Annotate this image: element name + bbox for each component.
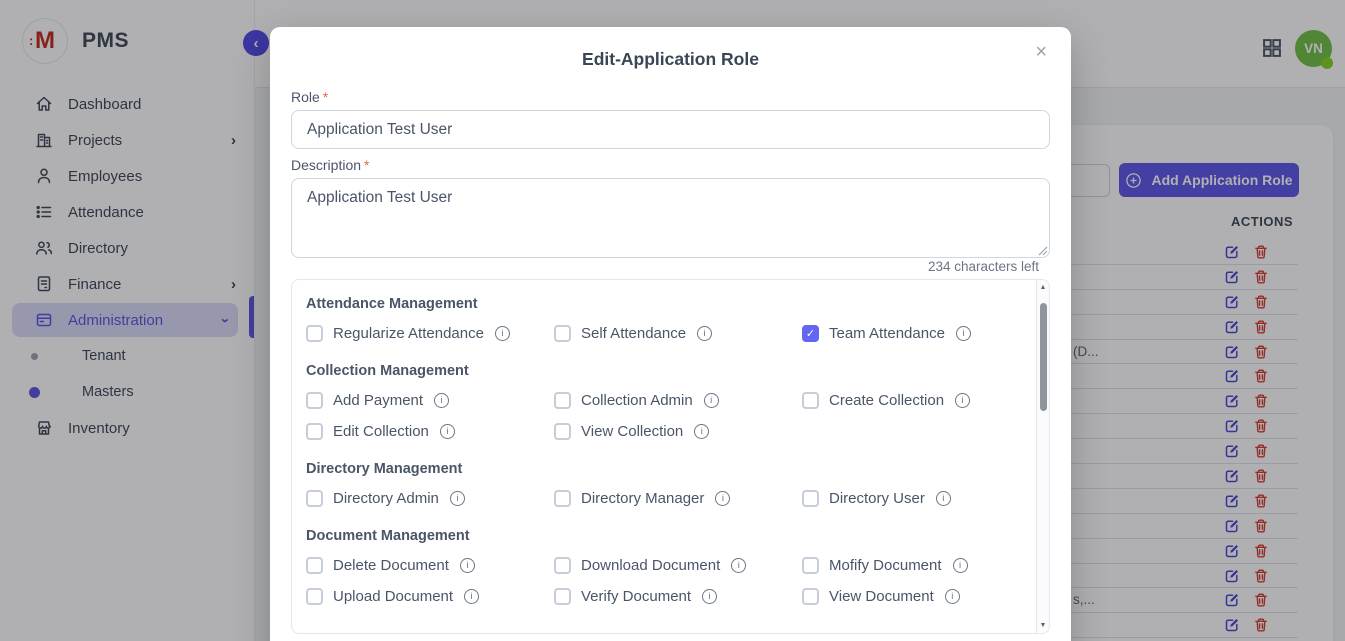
info-icon[interactable]: i <box>440 424 455 439</box>
edit-application-role-modal: Edit-Application Role × Role* Descriptio… <box>270 27 1071 641</box>
permission-section: Document ManagementDelete DocumentiDownl… <box>306 528 1018 605</box>
permission-label: Directory Admin <box>333 490 439 507</box>
permission-checkbox-item[interactable]: Directory Admin i <box>306 490 554 507</box>
info-icon[interactable]: i <box>694 424 709 439</box>
info-icon[interactable]: i <box>434 393 449 408</box>
required-asterisk: * <box>323 89 328 105</box>
permission-checkbox-item[interactable]: View Collection i <box>554 423 802 440</box>
permission-section-title: Directory Management <box>306 461 1018 477</box>
info-icon[interactable]: i <box>955 393 970 408</box>
permission-label: Download Document <box>581 557 720 574</box>
checkbox-unchecked[interactable] <box>306 392 323 409</box>
role-input[interactable] <box>291 110 1050 149</box>
checkbox-unchecked[interactable] <box>802 588 819 605</box>
permissions-scrollbar[interactable]: ▲ ▼ <box>1036 280 1049 633</box>
permission-checkbox-item[interactable]: Download Document i <box>554 557 802 574</box>
permission-checkbox-item[interactable]: Delete Document i <box>306 557 554 574</box>
checkbox-unchecked[interactable] <box>306 588 323 605</box>
permission-section-title: Attendance Management <box>306 296 1018 312</box>
permission-label: Regularize Attendance <box>333 325 484 342</box>
info-icon[interactable]: i <box>702 589 717 604</box>
checkbox-unchecked[interactable] <box>554 325 571 342</box>
permission-section: Collection ManagementAdd PaymentiCollect… <box>306 363 1018 440</box>
info-icon[interactable]: i <box>460 558 475 573</box>
permission-label: View Collection <box>581 423 683 440</box>
info-icon[interactable]: i <box>495 326 510 341</box>
scrollbar-thumb[interactable] <box>1040 303 1047 411</box>
info-icon[interactable]: i <box>731 558 746 573</box>
info-icon[interactable]: i <box>704 393 719 408</box>
checkbox-unchecked[interactable] <box>554 557 571 574</box>
permission-label: Delete Document <box>333 557 449 574</box>
resize-handle[interactable] <box>1038 246 1048 256</box>
permission-checkbox-item[interactable]: Regularize Attendance i <box>306 325 554 342</box>
scroll-down-icon[interactable]: ▼ <box>1037 622 1049 629</box>
permission-checkbox-item[interactable]: Add Payment i <box>306 392 554 409</box>
info-icon[interactable]: i <box>715 491 730 506</box>
info-icon[interactable]: i <box>945 589 960 604</box>
permission-checkbox-item[interactable]: Directory Manager i <box>554 490 802 507</box>
permission-label: Directory Manager <box>581 490 704 507</box>
checkbox-unchecked[interactable] <box>306 325 323 342</box>
info-icon[interactable]: i <box>450 491 465 506</box>
permission-checkbox-item[interactable]: Upload Document i <box>306 588 554 605</box>
permission-section-title: Collection Management <box>306 363 1018 379</box>
permission-checkbox-item[interactable]: Self Attendance i <box>554 325 802 342</box>
permission-checkbox-item[interactable]: ✓ Team Attendance i <box>802 325 1018 342</box>
permission-checkbox-item[interactable]: Mofify Document i <box>802 557 1018 574</box>
checkbox-unchecked[interactable] <box>554 490 571 507</box>
permissions-panel: Attendance Management Regularize Attendan… <box>291 279 1050 634</box>
permissions-panel-content: Attendance Management Regularize Attendan… <box>292 280 1036 633</box>
characters-left-counter: 234 characters left <box>928 259 1039 274</box>
permission-section-title: Document Management <box>306 528 1018 544</box>
close-icon[interactable]: × <box>1027 37 1055 68</box>
checkbox-unchecked[interactable] <box>802 557 819 574</box>
permission-label: Create Collection <box>829 392 944 409</box>
checkbox-unchecked[interactable] <box>554 423 571 440</box>
permission-section: Attendance Management Regularize Attendan… <box>306 296 1018 342</box>
info-icon[interactable]: i <box>956 326 971 341</box>
permission-checkbox-item[interactable]: Verify Document i <box>554 588 802 605</box>
checkbox-unchecked[interactable] <box>306 557 323 574</box>
permission-checkbox-item[interactable]: Create Collection i <box>802 392 1018 409</box>
checkbox-unchecked[interactable] <box>802 490 819 507</box>
checkbox-checked[interactable]: ✓ <box>802 325 819 342</box>
permission-label: Upload Document <box>333 588 453 605</box>
modal-title: Edit-Application Role <box>270 27 1071 70</box>
permission-label: Collection Admin <box>581 392 693 409</box>
info-icon[interactable]: i <box>464 589 479 604</box>
checkbox-unchecked[interactable] <box>306 423 323 440</box>
checkbox-unchecked[interactable] <box>554 392 571 409</box>
description-textarea[interactable]: Application Test User <box>291 178 1050 258</box>
permission-checkbox-item[interactable]: Edit Collection i <box>306 423 554 440</box>
checkbox-unchecked[interactable] <box>802 392 819 409</box>
permission-label: Verify Document <box>581 588 691 605</box>
role-field-label: Role* <box>291 89 328 105</box>
permission-label: Add Payment <box>333 392 423 409</box>
scroll-up-icon[interactable]: ▲ <box>1037 284 1049 291</box>
description-field-label: Description* <box>291 157 369 173</box>
checkbox-unchecked[interactable] <box>306 490 323 507</box>
permission-label: Directory User <box>829 490 925 507</box>
permission-checkbox-item[interactable]: Directory User i <box>802 490 1018 507</box>
permission-label: Self Attendance <box>581 325 686 342</box>
permission-label: Team Attendance <box>829 325 945 342</box>
required-asterisk: * <box>364 157 369 173</box>
checkbox-unchecked[interactable] <box>554 588 571 605</box>
info-icon[interactable]: i <box>953 558 968 573</box>
permission-section: Directory ManagementDirectory AdminiDire… <box>306 461 1018 507</box>
info-icon[interactable]: i <box>936 491 951 506</box>
permission-label: Mofify Document <box>829 557 942 574</box>
permission-checkbox-item[interactable]: Collection Admin i <box>554 392 802 409</box>
info-icon[interactable]: i <box>697 326 712 341</box>
permission-label: Edit Collection <box>333 423 429 440</box>
permission-label: View Document <box>829 588 934 605</box>
permission-checkbox-item[interactable]: View Document i <box>802 588 1018 605</box>
